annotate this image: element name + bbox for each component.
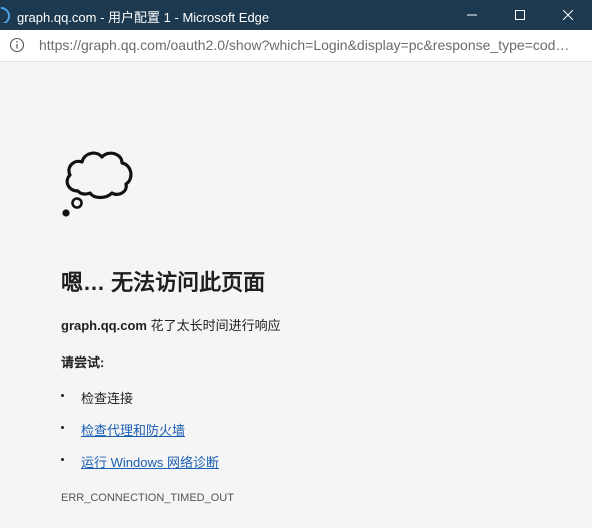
close-button[interactable] — [544, 0, 592, 30]
window-controls — [448, 0, 592, 30]
loading-spinner-icon — [0, 7, 16, 23]
error-host: graph.qq.com — [61, 318, 147, 333]
error-message: graph.qq.com 花了太长时间进行响应 — [61, 315, 281, 334]
maximize-button[interactable] — [496, 0, 544, 30]
minimize-icon — [467, 14, 477, 16]
thought-cloud-icon — [62, 151, 133, 217]
try-label: 请尝试: — [61, 355, 105, 370]
network-diagnostics-link[interactable]: 运行 Windows 网络诊断 — [81, 452, 219, 471]
address-bar: https://graph.qq.com/oauth2.0/show?which… — [0, 30, 592, 62]
window-title: graph.qq.com - 用户配置 1 - Microsoft Edge — [17, 10, 270, 25]
window-titlebar: graph.qq.com - 用户配置 1 - Microsoft Edge — [0, 0, 592, 30]
maximize-icon — [515, 10, 525, 20]
check-proxy-firewall-link[interactable]: 检查代理和防火墙 — [81, 420, 185, 439]
error-heading: 嗯… 无法访问此页面 — [61, 270, 266, 295]
minimize-button[interactable] — [448, 0, 496, 30]
bullet-dot — [61, 458, 64, 461]
error-page: 嗯… 无法访问此页面 graph.qq.com 花了太长时间进行响应 请尝试: … — [0, 62, 592, 528]
info-icon[interactable] — [9, 37, 25, 53]
bullet-dot — [61, 426, 64, 429]
error-reason: 花了太长时间进行响应 — [150, 318, 281, 333]
url-text[interactable]: https://graph.qq.com/oauth2.0/show?which… — [39, 37, 579, 53]
close-icon — [563, 10, 573, 20]
bullet-dot — [61, 394, 64, 397]
suggestion-text: 检查连接 — [81, 391, 134, 406]
error-code: ERR_CONNECTION_TIMED_OUT — [61, 492, 234, 504]
